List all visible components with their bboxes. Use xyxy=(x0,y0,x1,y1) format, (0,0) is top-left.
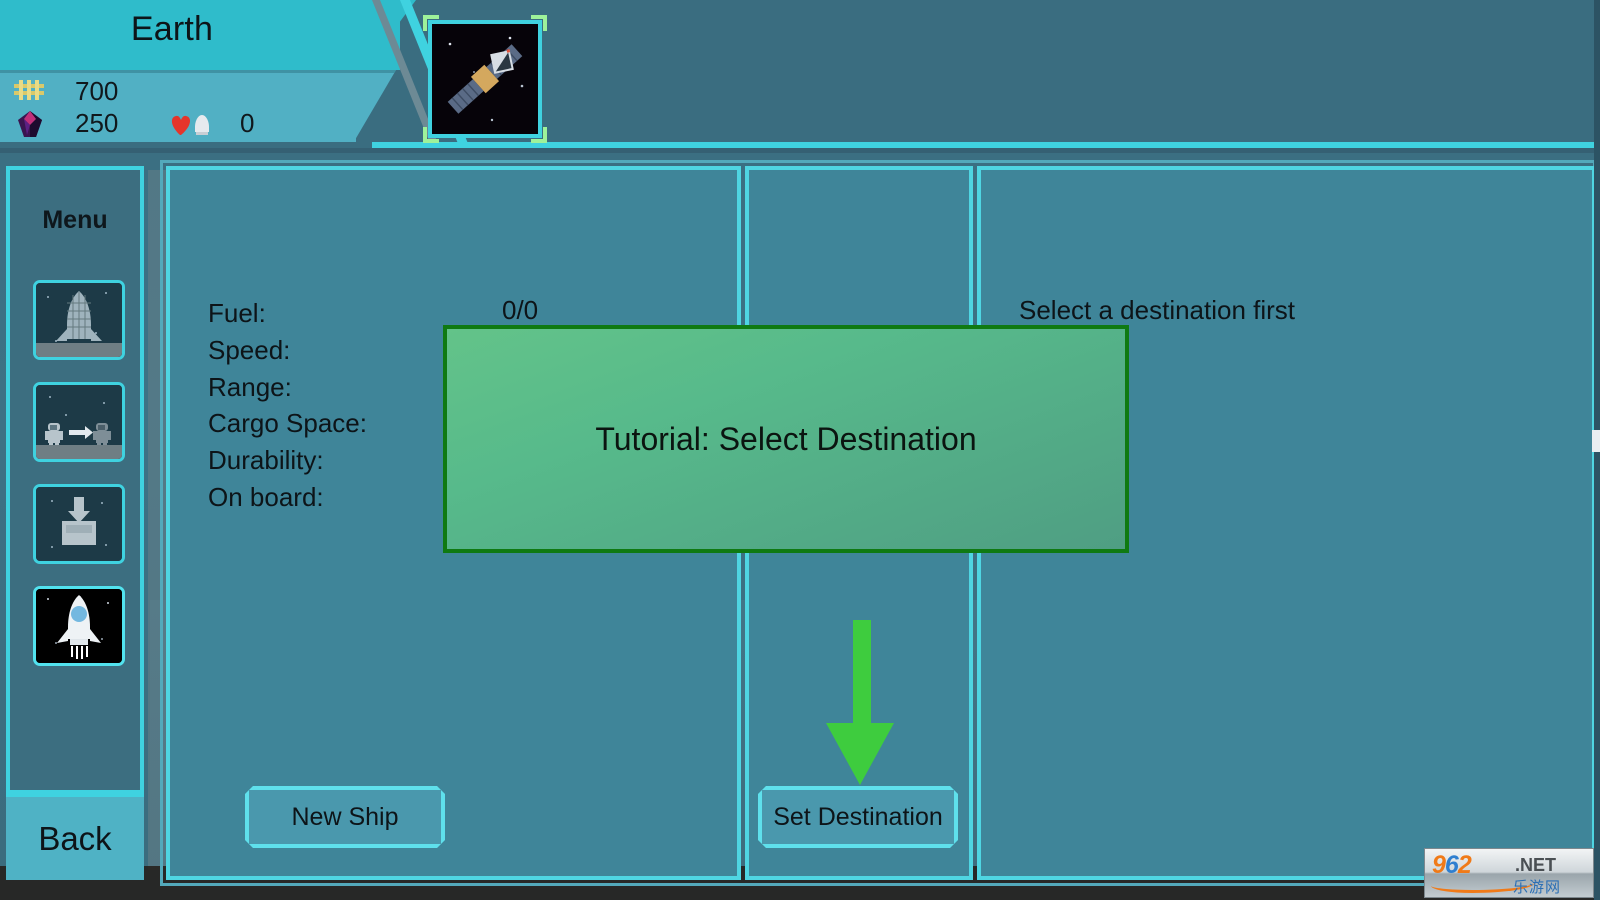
crew-value: 0 xyxy=(240,108,255,138)
stat-on-board-label: On board: xyxy=(208,481,324,512)
resource-gem: 250 xyxy=(10,108,118,139)
watermark-net: .NET xyxy=(1515,855,1557,875)
watermark-cn: 乐游网 xyxy=(1513,879,1562,896)
sidebar-item-crew-transfer[interactable] xyxy=(33,382,125,462)
set-destination-button[interactable]: Set Destination xyxy=(758,786,958,848)
ship-stats-list: Fuel: Speed: Range: Cargo Space: Durabil… xyxy=(208,295,367,516)
stat-cargo-space-label: Cargo Space: xyxy=(208,408,367,439)
header-underline-dark xyxy=(0,148,1600,153)
stat-fuel-label: Fuel: xyxy=(208,298,266,328)
game-screen: Earth 700 250 0 Menu Back Fuel: Speed: R… xyxy=(0,0,1600,900)
tutorial-text: Tutorial: Select Destination xyxy=(595,420,977,457)
corner-bracket-icon xyxy=(423,15,441,33)
page-title: Earth xyxy=(130,10,214,48)
top-header-bar: Earth 700 250 0 xyxy=(0,0,1600,153)
launchpad-ground xyxy=(36,343,122,357)
sidebar-item-launch[interactable] xyxy=(33,586,125,666)
corner-bracket-icon xyxy=(529,125,547,143)
back-button[interactable]: Back xyxy=(6,790,144,880)
sidebar-title: Menu xyxy=(42,206,108,234)
sidebar-item-cargo-load[interactable] xyxy=(33,484,125,564)
stat-range-label: Range: xyxy=(208,371,292,402)
resource-bar-slant xyxy=(330,70,396,142)
new-ship-button[interactable]: New Ship xyxy=(245,786,445,848)
destination-message: Select a destination first xyxy=(1019,295,1296,325)
down-arrow-shaft xyxy=(853,620,871,728)
resource-coins: 700 xyxy=(10,76,118,107)
resource-crew: 0 xyxy=(168,108,254,139)
satellite-thumbnail[interactable] xyxy=(423,15,547,143)
tutorial-arrow xyxy=(826,620,894,785)
sidebar-item-shuttle[interactable] xyxy=(33,280,125,360)
gem-icon xyxy=(10,109,50,139)
down-arrow-icon xyxy=(826,723,894,785)
right-edge-marker[interactable] xyxy=(1592,430,1600,452)
heart-rocket-icon xyxy=(168,109,226,139)
floor-strip xyxy=(36,445,122,459)
sidebar: Menu xyxy=(6,166,144,880)
stat-durability-label: Durability: xyxy=(208,445,324,476)
coins-icon xyxy=(10,78,50,106)
tutorial-popup[interactable]: Tutorial: Select Destination xyxy=(443,325,1129,553)
coins-value: 700 xyxy=(75,76,119,106)
stat-speed-label: Speed: xyxy=(208,334,291,365)
gem-value: 250 xyxy=(75,108,119,138)
back-button-label: Back xyxy=(38,819,112,857)
corner-bracket-icon xyxy=(529,15,547,33)
stat-fuel-value: 0/0 xyxy=(502,295,539,325)
site-watermark: 962 .NET 乐游网 xyxy=(1424,848,1594,898)
corner-bracket-icon xyxy=(423,125,441,143)
